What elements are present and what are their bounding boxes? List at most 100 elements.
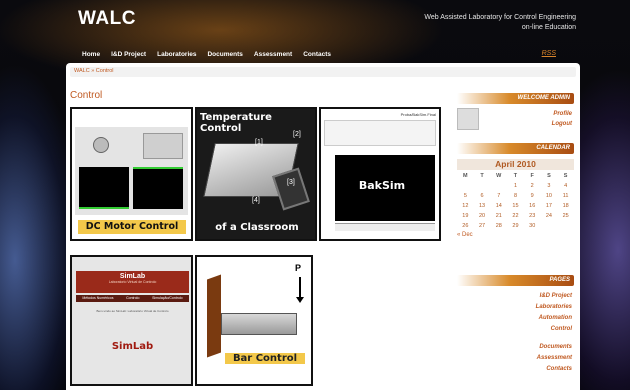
profile-link[interactable]: Profile (553, 111, 572, 117)
dc-motor-knob (93, 137, 109, 153)
site-title[interactable]: WALC (78, 8, 136, 30)
temperature-marker-1: [1] (255, 139, 263, 146)
temperature-caption: of a Classroom (215, 222, 299, 233)
calendar-grid: M T W T F S S 1 2 3 4 5 6 7 8 9 10 11 12 13 14 15 16 17 18 19 20 21… (457, 173, 574, 229)
nav-contacts[interactable]: Contacts (303, 51, 331, 58)
nav-home[interactable]: Home (82, 51, 100, 58)
calendar-day (457, 183, 474, 189)
calendar-day[interactable]: 14 (490, 203, 507, 209)
nav-id-project[interactable]: I&D Project (111, 51, 146, 58)
pages-link-assessment[interactable]: Assessment (537, 355, 572, 361)
content-panel: WALC » Control Control DC Motor Control … (66, 63, 580, 390)
dc-motor-screen (75, 127, 188, 215)
calendar-day (541, 223, 558, 229)
breadcrumb[interactable]: WALC » Control (74, 68, 114, 74)
calendar-day[interactable]: 21 (490, 213, 507, 219)
simlab-menu-item: Controlo (126, 296, 140, 300)
temperature-marker-4: [4] (252, 197, 260, 204)
baksim-toolbar (324, 120, 436, 146)
calendar-day[interactable]: 1 (507, 183, 524, 189)
calendar-day[interactable]: 22 (507, 213, 524, 219)
calendar-day[interactable]: 19 (457, 213, 474, 219)
tile-temperature-control[interactable]: Temperature Control [1] [2] [3] [4] of a… (195, 107, 317, 241)
calendar-day[interactable]: 8 (507, 193, 524, 199)
simlab-header: SimLab Laboratorio Virtual de Controlo (76, 271, 189, 293)
force-label: P (295, 263, 302, 273)
site-tagline: Web Assisted Laboratory for Control Engi… (424, 14, 576, 31)
calendar-day[interactable]: 28 (490, 223, 507, 229)
tile-dc-motor-control[interactable]: DC Motor Control (70, 107, 193, 241)
tile-simlab[interactable]: SimLab Laboratorio Virtual de Controlo M… (70, 255, 193, 386)
calendar: April 2010 M T W T F S S 1 2 3 4 5 6 7 8 9 10 11 12 13 14 15 1… (457, 159, 574, 238)
calendar-weekday: T (480, 173, 484, 179)
calendar-weekday: S (563, 173, 568, 179)
calendar-day[interactable]: 29 (507, 223, 524, 229)
page-title: Control (70, 90, 103, 101)
calendar-day[interactable]: 17 (541, 203, 558, 209)
calendar-month: April 2010 (457, 159, 574, 170)
calendar-day[interactable]: 7 (490, 193, 507, 199)
nav-documents[interactable]: Documents (207, 51, 242, 58)
simlab-label: SimLab (111, 341, 154, 352)
tile-bar-control[interactable]: P Bar Control (195, 255, 313, 386)
calendar-day[interactable]: 16 (524, 203, 541, 209)
simlab-brand: SimLab (119, 273, 146, 280)
pages-link-id-project[interactable]: I&D Project (540, 293, 572, 299)
calendar-day (490, 183, 507, 189)
calendar-day[interactable]: 12 (457, 203, 474, 209)
main-nav: Home I&D Project Laboratories Documents … (70, 47, 580, 62)
calendar-weekday: M (463, 173, 468, 179)
logout-link[interactable]: Logout (552, 121, 572, 127)
calendar-day[interactable]: 4 (557, 183, 574, 189)
pages-header: PAGES (457, 275, 574, 286)
bar-beam (221, 313, 297, 335)
breadcrumb-bar: WALC » Control (70, 67, 576, 77)
temperature-marker-2: [2] (293, 131, 301, 138)
calendar-day[interactable]: 2 (524, 183, 541, 189)
rss-link[interactable]: RSS (542, 50, 556, 57)
force-arrow-icon (299, 277, 301, 299)
calendar-day[interactable]: 27 (474, 223, 491, 229)
pages-link-automation[interactable]: Automation (539, 315, 572, 321)
tile-baksim[interactable]: Proba/BakSim.Final BakSim (319, 107, 441, 241)
calendar-day[interactable]: 9 (524, 193, 541, 199)
simlab-body: Bem-vindo ao SimLab: Laboratório Virtual… (96, 309, 169, 313)
calendar-weekday: F (530, 173, 534, 179)
baksim-header: Proba/BakSim.Final (400, 112, 436, 117)
simlab-menu: Métodos Numéricos Controlo Simulação/Con… (76, 295, 189, 302)
calendar-day (557, 223, 574, 229)
calendar-day[interactable]: 25 (557, 213, 574, 219)
avatar (457, 108, 479, 130)
dc-motor-plot-right (133, 167, 183, 209)
calendar-day[interactable]: 24 (541, 213, 558, 219)
calendar-day[interactable]: 20 (474, 213, 491, 219)
simlab-menu-item: Simulação/Controlo (152, 296, 183, 300)
temperature-title: Temperature Control (200, 112, 272, 134)
baksim-label: BakSim (358, 179, 406, 192)
pages-link-documents[interactable]: Documents (539, 344, 572, 350)
calendar-day (474, 183, 491, 189)
calendar-day[interactable]: 30 (524, 223, 541, 229)
pages-link-contacts[interactable]: Contacts (546, 366, 572, 372)
calendar-day[interactable]: 6 (474, 193, 491, 199)
calendar-day[interactable]: 10 (541, 193, 558, 199)
force-arrow-head-icon (296, 297, 304, 303)
calendar-day[interactable]: 26 (457, 223, 474, 229)
pages-link-laboratories[interactable]: Laboratories (536, 304, 572, 310)
wall-support (207, 274, 221, 358)
nav-laboratories[interactable]: Laboratories (157, 51, 196, 58)
calendar-weekday: W (496, 173, 502, 179)
pages-link-control[interactable]: Control (551, 326, 572, 332)
calendar-day[interactable]: 5 (457, 193, 474, 199)
calendar-day[interactable]: 23 (524, 213, 541, 219)
simlab-menu-item: Métodos Numéricos (82, 296, 114, 300)
calendar-prev-link[interactable]: « Dec (457, 232, 574, 238)
calendar-day[interactable]: 18 (557, 203, 574, 209)
calendar-day[interactable]: 13 (474, 203, 491, 209)
calendar-day[interactable]: 3 (541, 183, 558, 189)
dc-motor-controls (143, 133, 183, 159)
calendar-day[interactable]: 11 (557, 193, 574, 199)
calendar-day[interactable]: 15 (507, 203, 524, 209)
nav-assessment[interactable]: Assessment (254, 51, 292, 58)
calendar-weekday: T (513, 173, 518, 179)
